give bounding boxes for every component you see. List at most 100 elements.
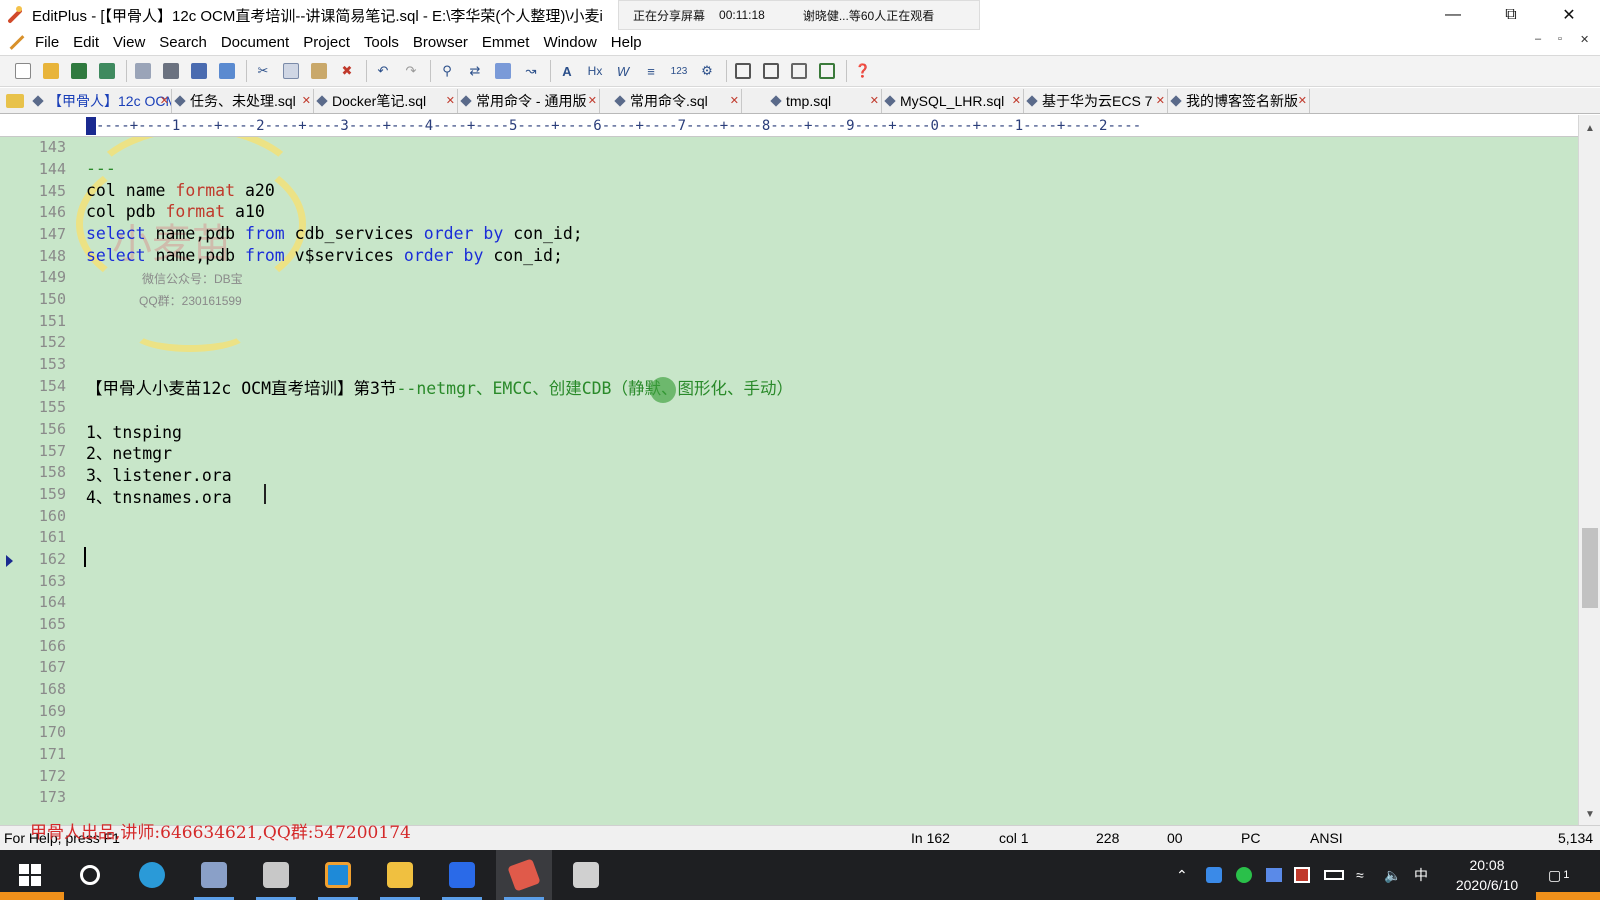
tab-label: 我的博客签名新版 xyxy=(1186,92,1298,109)
output-window-icon[interactable] xyxy=(816,60,838,82)
copy-icon[interactable] xyxy=(280,60,302,82)
menu-project[interactable]: Project xyxy=(296,34,357,51)
volume-icon[interactable]: 🔈 xyxy=(1384,850,1401,900)
tray-app-icon[interactable] xyxy=(1266,850,1282,900)
restore-button[interactable]: ⧉ xyxy=(1482,0,1540,30)
menu-help[interactable]: Help xyxy=(604,34,649,51)
tray-app-icon[interactable] xyxy=(1206,850,1222,900)
doc-minimize-button[interactable]: – xyxy=(1535,33,1541,45)
close-tab-icon[interactable]: ✕ xyxy=(1156,94,1165,107)
tab-ocm-notes[interactable]: 【甲骨人】12c OCM ✕ xyxy=(30,88,172,113)
undo-icon[interactable]: ↶ xyxy=(372,60,394,82)
menu-file[interactable]: File xyxy=(28,34,66,51)
taskbar-file-explorer[interactable] xyxy=(372,850,428,900)
menu-emmet[interactable]: Emmet xyxy=(475,34,537,51)
tray-expand-icon[interactable]: ⌃ xyxy=(1176,850,1188,900)
doc-restore-button[interactable]: ▫ xyxy=(1558,33,1562,45)
taskbar-app-4[interactable] xyxy=(310,850,366,900)
goto-line-icon[interactable]: ↝ xyxy=(520,60,542,82)
tab-huawei-ecs[interactable]: 基于华为云ECS 7 ✕ xyxy=(1024,88,1168,113)
save-icon[interactable] xyxy=(68,60,90,82)
tab-common-commands[interactable]: 常用命令.sql ✕ xyxy=(600,88,742,113)
taskbar-browser[interactable] xyxy=(124,850,180,900)
share-status: 正在分享屏幕 xyxy=(633,8,706,23)
menu-edit[interactable]: Edit xyxy=(66,34,106,51)
word-wrap-icon[interactable]: W xyxy=(612,60,634,82)
menu-document[interactable]: Document xyxy=(214,34,296,51)
doc-close-button[interactable]: ✕ xyxy=(1580,33,1589,46)
code-token: col name xyxy=(86,181,176,200)
cut-icon[interactable]: ✂ xyxy=(252,60,274,82)
line-number: 143 xyxy=(38,138,66,156)
scroll-down-icon[interactable]: ▼ xyxy=(1585,809,1595,820)
close-tab-icon[interactable]: ✕ xyxy=(1012,94,1021,107)
minimize-button[interactable]: — xyxy=(1424,0,1482,30)
browser-preview-icon[interactable] xyxy=(216,60,238,82)
taskbar-editplus[interactable] xyxy=(496,850,552,900)
scrollbar-thumb[interactable] xyxy=(1582,528,1598,608)
close-tab-icon[interactable]: ✕ xyxy=(870,94,879,107)
settings-gear-icon[interactable]: ⚙ xyxy=(696,60,718,82)
new-file-icon[interactable] xyxy=(12,60,34,82)
find-in-files-icon[interactable] xyxy=(492,60,514,82)
menu-browser[interactable]: Browser xyxy=(406,34,475,51)
search-button[interactable] xyxy=(62,850,118,900)
close-tab-icon[interactable]: ✕ xyxy=(160,94,169,107)
paste-icon[interactable] xyxy=(308,60,330,82)
tab-docker-notes[interactable]: Docker笔记.sql ✕ xyxy=(314,88,458,113)
tab-mysql-lhr[interactable]: MySQL_LHR.sql ✕ xyxy=(882,88,1024,113)
battery-icon[interactable] xyxy=(1324,850,1344,900)
find-icon[interactable]: ⚲ xyxy=(436,60,458,82)
close-tab-icon[interactable]: ✕ xyxy=(588,94,597,107)
line-number-icon[interactable]: 123 xyxy=(668,60,690,82)
tile-window-icon[interactable] xyxy=(760,60,782,82)
taskbar-app-9[interactable] xyxy=(558,850,614,900)
delete-icon[interactable]: ✖ xyxy=(336,60,358,82)
editor-pane[interactable]: 小麦苗 微信公众号：DB宝 QQ群：230161599 143 144 145 … xyxy=(0,137,1578,825)
spellcheck-icon[interactable] xyxy=(188,60,210,82)
taskbar-app-2[interactable] xyxy=(186,850,242,900)
tab-tmp-sql[interactable]: tmp.sql ✕ xyxy=(742,88,882,113)
print-preview-icon[interactable] xyxy=(132,60,154,82)
close-tab-icon[interactable]: ✕ xyxy=(1298,94,1307,107)
app-icon xyxy=(325,862,351,888)
clock-time: 20:08 xyxy=(1469,857,1505,873)
taskbar-app-3[interactable] xyxy=(248,850,304,900)
toolbar-separator xyxy=(366,60,367,82)
save-all-icon[interactable] xyxy=(96,60,118,82)
menu-tools[interactable]: Tools xyxy=(357,34,406,51)
close-tab-icon[interactable]: ✕ xyxy=(446,94,455,107)
print-icon[interactable] xyxy=(160,60,182,82)
screen-share-banner[interactable]: 正在分享屏幕 00:11:18 谢晓健...等60人正在观看 xyxy=(618,0,980,30)
taskbar-clock[interactable]: 20:08 2020/6/10 xyxy=(1442,855,1532,895)
tray-app-icon[interactable] xyxy=(1236,850,1252,900)
help-icon[interactable]: ❓ xyxy=(852,60,874,82)
ime-indicator[interactable]: 中 xyxy=(1414,850,1428,900)
cascade-window-icon[interactable] xyxy=(788,60,810,82)
taskbar-wps[interactable] xyxy=(434,850,490,900)
document-tab-bar: 【甲骨人】12c OCM ✕ 任务、未处理.sql ✕ Docker笔记.sql ✕ … xyxy=(0,88,1600,114)
redo-icon[interactable]: ↷ xyxy=(400,60,422,82)
scroll-up-icon[interactable]: ▲ xyxy=(1585,123,1595,134)
window-layout-icon[interactable] xyxy=(732,60,754,82)
replace-icon[interactable]: ⇄ xyxy=(464,60,486,82)
close-tab-icon[interactable]: ✕ xyxy=(730,94,739,107)
indent-icon[interactable]: ≡ xyxy=(640,60,662,82)
menu-window[interactable]: Window xyxy=(536,34,603,51)
folder-icon[interactable] xyxy=(6,93,24,108)
tab-blog-signature[interactable]: 我的博客签名新版 ✕ xyxy=(1168,88,1310,113)
screen-share-border xyxy=(1536,892,1600,900)
tray-app-icon[interactable] xyxy=(1294,850,1310,900)
menu-view[interactable]: View xyxy=(106,34,152,51)
open-folder-icon[interactable] xyxy=(40,60,62,82)
vertical-scrollbar[interactable]: ▲ ▼ xyxy=(1578,115,1600,825)
tab-tasks[interactable]: 任务、未处理.sql ✕ xyxy=(172,88,314,113)
close-tab-icon[interactable]: ✕ xyxy=(302,94,311,107)
menu-search[interactable]: Search xyxy=(152,34,214,51)
wifi-icon[interactable]: ≈ xyxy=(1356,850,1364,900)
hex-view-icon[interactable]: Hx xyxy=(584,60,606,82)
tab-common-commands-general[interactable]: 常用命令 - 通用版 ✕ xyxy=(458,88,600,113)
font-icon[interactable]: A xyxy=(556,60,578,82)
code-line-145: col name format a20 xyxy=(86,181,275,200)
close-button[interactable]: ✕ xyxy=(1540,0,1598,30)
